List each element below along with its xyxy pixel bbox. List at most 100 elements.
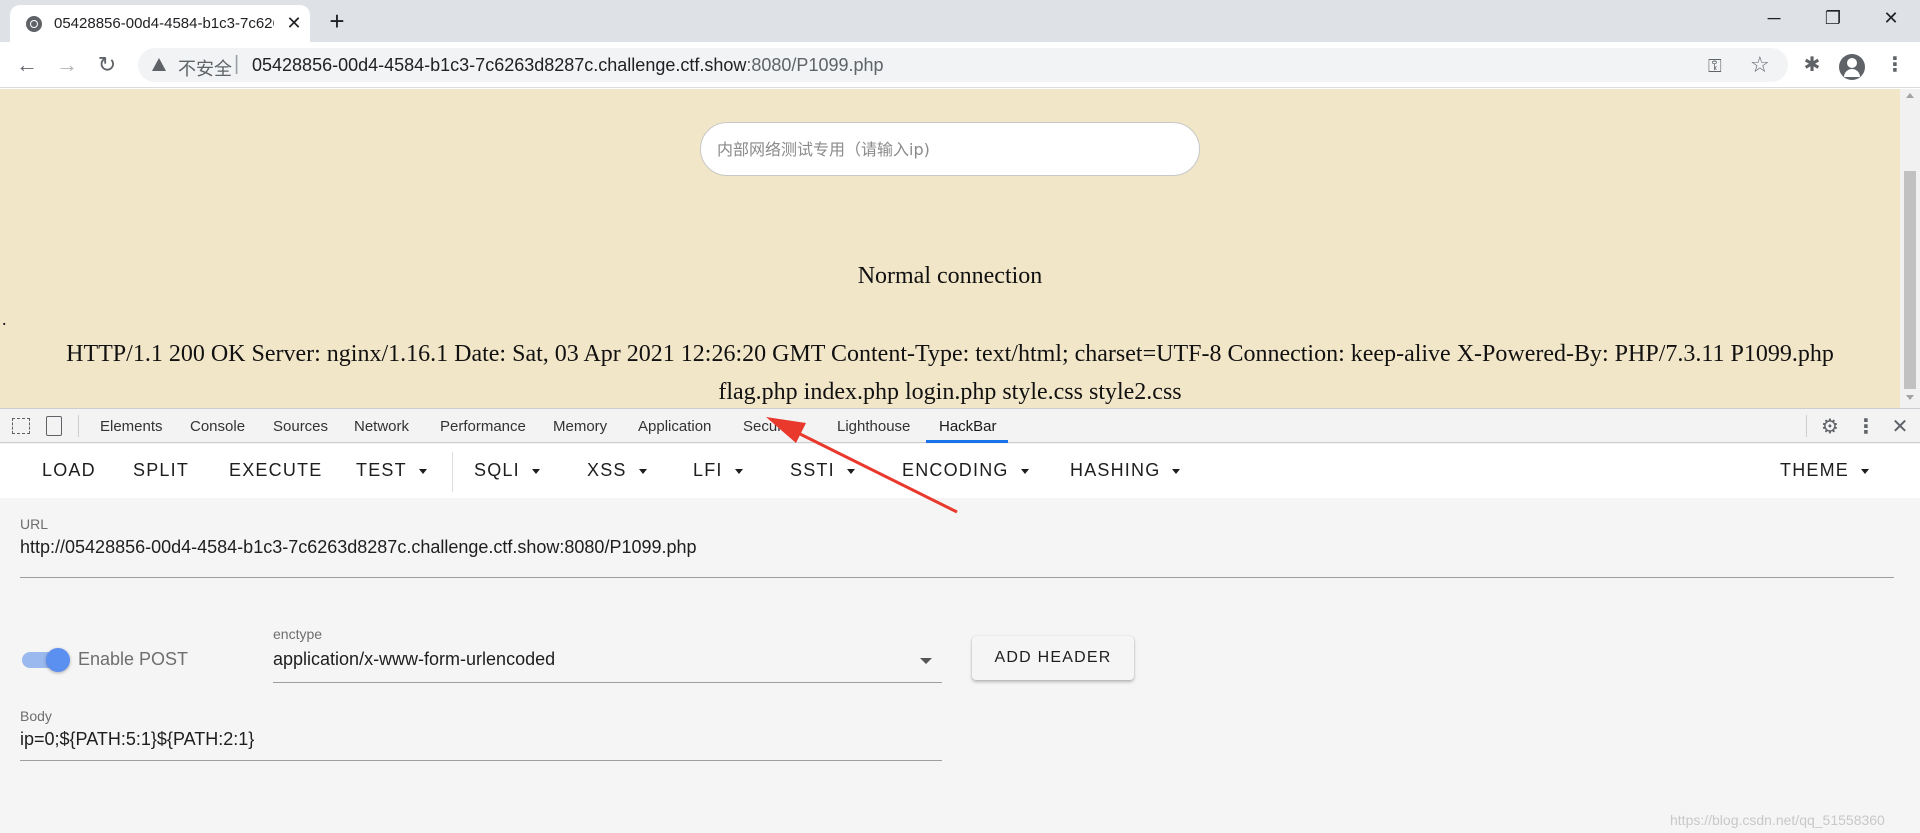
url-separator: | xyxy=(234,53,240,75)
watermark: https://blog.csdn.net/qq_51558360 xyxy=(1670,812,1885,828)
hackbar-body: URL http://05428856-00d4-4584-b1c3-7c626… xyxy=(0,498,1920,833)
body-field-label: Body xyxy=(20,708,52,724)
scroll-thumb[interactable] xyxy=(1904,171,1916,389)
toggle-knob[interactable] xyxy=(46,648,70,672)
tab-title: 05428856-00d4-4584-b1c3-7c6263d8287c.cha… xyxy=(54,15,274,32)
ip-input[interactable] xyxy=(700,122,1200,176)
tab-sources[interactable]: Sources xyxy=(273,418,328,435)
back-icon[interactable]: ← xyxy=(11,49,43,81)
execute-button[interactable]: EXECUTE xyxy=(229,460,322,481)
not-secure-label: 不安全 xyxy=(178,59,232,79)
page-viewport: Normal connection . HTTP/1.1 200 OK Serv… xyxy=(0,89,1900,408)
tab-lighthouse[interactable]: Lighthouse xyxy=(837,418,910,435)
ssti-dropdown[interactable]: SSTI xyxy=(790,460,855,481)
theme-dropdown[interactable]: THEME xyxy=(1780,460,1869,481)
new-tab-button[interactable]: + xyxy=(322,6,352,36)
scroll-down-arrow[interactable] xyxy=(1906,395,1914,400)
close-icon[interactable]: ✕ xyxy=(1888,414,1912,439)
devtools-panel: Elements Console Sources Network Perform… xyxy=(0,408,1920,833)
scroll-up-arrow[interactable] xyxy=(1906,93,1914,98)
theme-label: THEME xyxy=(1780,460,1849,480)
xss-label: XSS xyxy=(587,460,627,480)
chevron-down-icon xyxy=(418,468,427,474)
globe-icon xyxy=(26,16,42,32)
lfi-dropdown[interactable]: LFI xyxy=(693,460,743,481)
status-text: Normal connection xyxy=(857,263,1043,289)
split-label: SPLIT xyxy=(133,460,190,480)
more-options-icon[interactable]: ⋮ xyxy=(1854,414,1878,439)
url-text[interactable]: 05428856-00d4-4584-b1c3-7c6263d8287c.cha… xyxy=(252,55,884,76)
chevron-down-icon xyxy=(531,468,540,474)
device-icon[interactable] xyxy=(46,416,62,436)
browser-toolbar: ← → ↻ 不安全 | 05428856-00d4-4584-b1c3-7c62… xyxy=(0,42,1920,88)
star-icon[interactable]: ☆ xyxy=(1750,52,1770,78)
tab-application[interactable]: Application xyxy=(638,418,711,435)
xss-dropdown[interactable]: XSS xyxy=(587,460,647,481)
dot-text: . xyxy=(2,309,7,329)
body-field[interactable]: ip=0;${PATH:5:1}${PATH:2:1} xyxy=(20,729,254,750)
window-close-button[interactable]: ✕ xyxy=(1862,0,1920,36)
url-host: 05428856-00d4-4584-b1c3-7c6263d8287c.cha… xyxy=(252,55,747,75)
hashing-label: HASHING xyxy=(1070,460,1161,480)
tab-performance[interactable]: Performance xyxy=(440,418,526,435)
warning-icon xyxy=(152,58,166,71)
sqli-label: SQLI xyxy=(474,460,520,480)
tab-console[interactable]: Console xyxy=(190,418,245,435)
forward-icon[interactable]: → xyxy=(51,49,83,81)
divider xyxy=(1806,415,1807,437)
profile-icon[interactable] xyxy=(1839,54,1865,80)
output-line-2: flag.php index.php login.php style.css s… xyxy=(718,379,1182,405)
address-bar[interactable]: 不安全 | 05428856-00d4-4584-b1c3-7c6263d828… xyxy=(138,48,1788,82)
encoding-dropdown[interactable]: ENCODING xyxy=(902,460,1029,481)
tab-memory[interactable]: Memory xyxy=(553,418,607,435)
chevron-down-icon[interactable] xyxy=(920,658,932,664)
tab-hackbar[interactable]: HackBar xyxy=(939,418,997,435)
tab-elements[interactable]: Elements xyxy=(100,418,163,435)
body-field-underline xyxy=(20,760,942,761)
enctype-label: enctype xyxy=(273,626,323,642)
url-path: :8080/P1099.php xyxy=(746,55,884,75)
load-button[interactable]: LOAD xyxy=(42,460,96,481)
tab-network[interactable]: Network xyxy=(354,418,409,435)
tab-close-icon[interactable]: ✕ xyxy=(282,11,306,35)
encoding-label: ENCODING xyxy=(902,460,1009,480)
add-header-button[interactable]: ADD HEADER xyxy=(972,636,1134,680)
chevron-down-icon xyxy=(846,468,855,474)
chevron-down-icon xyxy=(734,468,743,474)
toolbar-divider xyxy=(452,452,453,492)
url-field[interactable]: http://05428856-00d4-4584-b1c3-7c6263d82… xyxy=(20,537,697,558)
test-label: TEST xyxy=(356,460,407,480)
sqli-dropdown[interactable]: SQLI xyxy=(474,460,540,481)
minimize-button[interactable]: ─ xyxy=(1745,0,1803,36)
inspect-icon[interactable] xyxy=(12,418,30,434)
restore-button[interactable]: ❐ xyxy=(1804,0,1862,36)
enctype-select[interactable]: application/x-www-form-urlencoded xyxy=(273,649,555,670)
chevron-down-icon xyxy=(1172,468,1181,474)
gear-icon[interactable]: ⚙ xyxy=(1818,414,1842,439)
key-icon[interactable]: ⚿ xyxy=(1708,56,1722,77)
test-dropdown[interactable]: TEST xyxy=(356,460,427,481)
command-output: HTTP/1.1 200 OK Server: nginx/1.16.1 Dat… xyxy=(10,335,1890,408)
menu-icon[interactable]: ⋮ xyxy=(1880,50,1910,80)
hackbar-toolbar: LOAD SPLIT EXECUTE TEST SQLI XSS LFI SST… xyxy=(0,444,1920,498)
page-scrollbar[interactable] xyxy=(1900,89,1920,408)
output-line-1: HTTP/1.1 200 OK Server: nginx/1.16.1 Dat… xyxy=(66,341,1834,367)
chevron-down-icon xyxy=(1861,468,1869,474)
extensions-icon[interactable]: ✱ xyxy=(1797,50,1827,80)
enable-post-label: Enable POST xyxy=(78,649,189,669)
chevron-down-icon xyxy=(1020,468,1029,474)
divider xyxy=(78,415,79,437)
enctype-underline xyxy=(273,682,942,683)
chevron-down-icon xyxy=(638,468,647,474)
load-label: LOAD xyxy=(42,460,96,480)
devtools-tab-bar: Elements Console Sources Network Perform… xyxy=(0,408,1920,443)
ssti-label: SSTI xyxy=(790,460,835,480)
url-field-underline xyxy=(20,577,1894,578)
split-button[interactable]: SPLIT xyxy=(133,460,189,481)
tab-strip: 05428856-00d4-4584-b1c3-7c6263d8287c.cha… xyxy=(0,0,1920,42)
tab-security[interactable]: Security xyxy=(743,418,797,435)
reload-icon[interactable]: ↻ xyxy=(91,49,123,81)
browser-tab[interactable]: 05428856-00d4-4584-b1c3-7c6263d8287c.cha… xyxy=(10,5,310,42)
hashing-dropdown[interactable]: HASHING xyxy=(1070,460,1181,481)
lfi-label: LFI xyxy=(693,460,723,480)
